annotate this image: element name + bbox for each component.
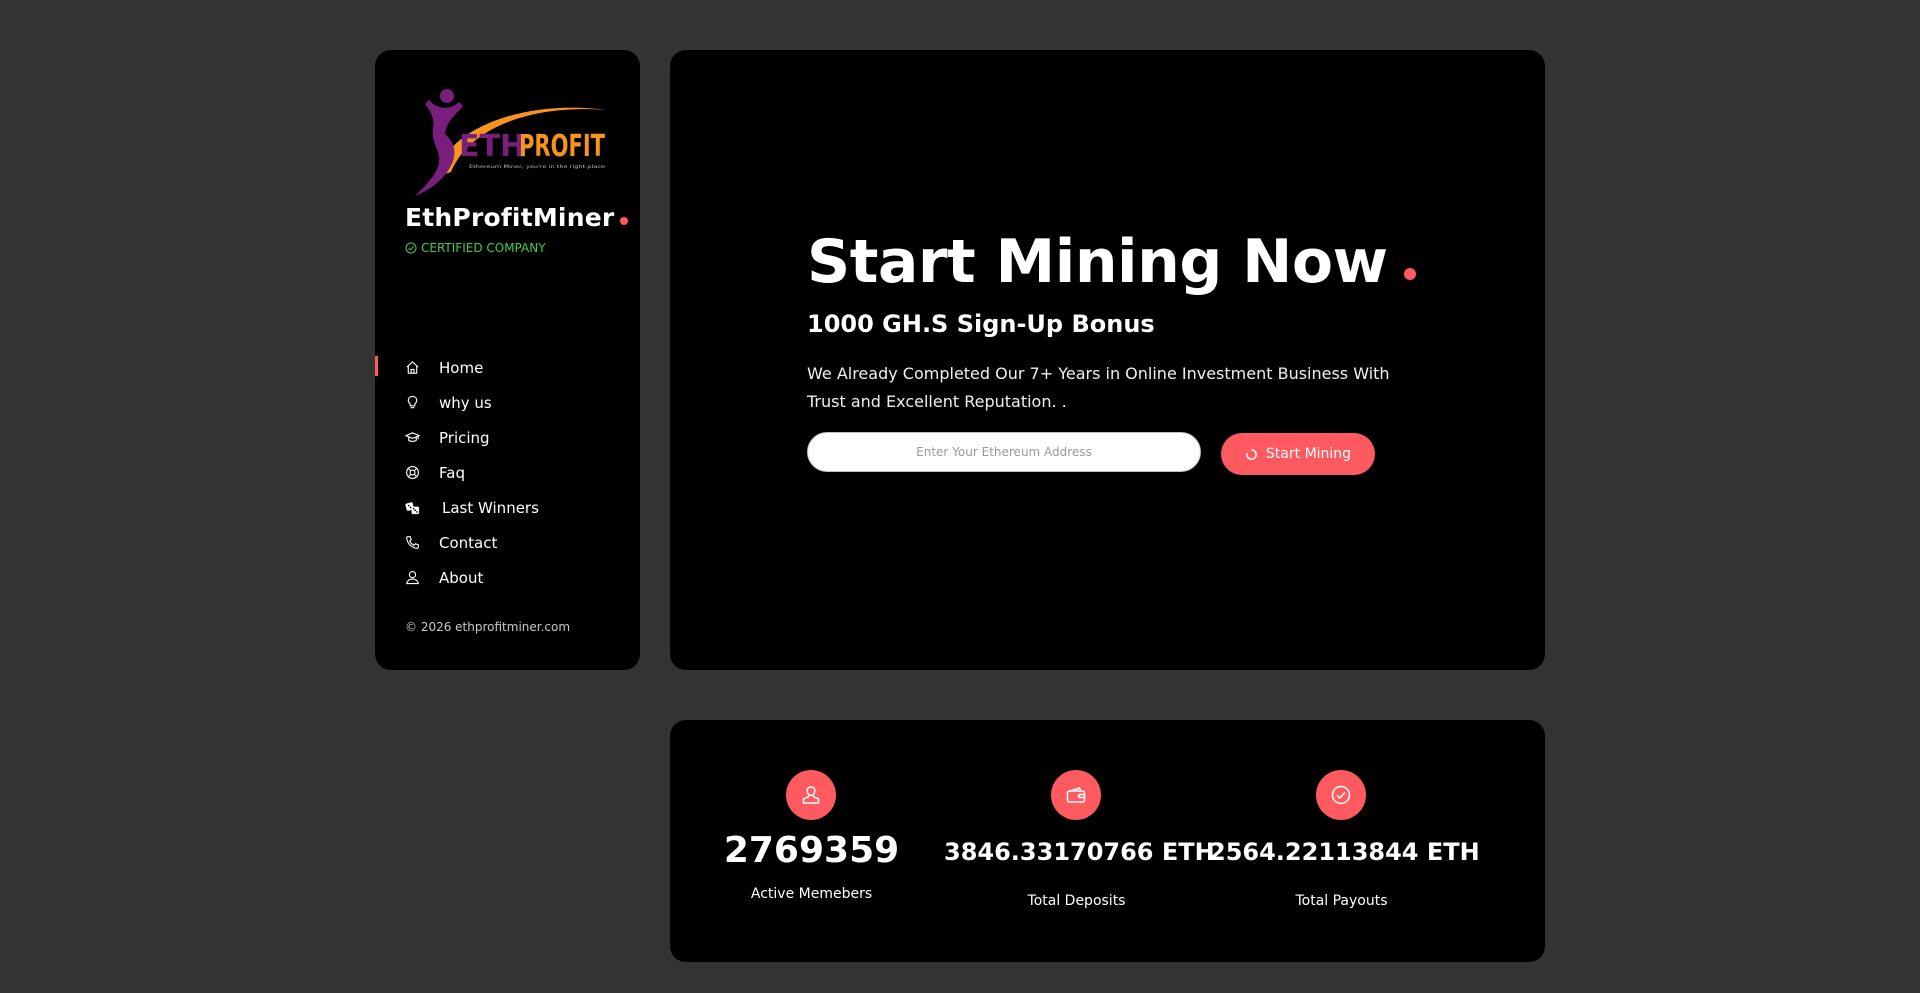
stat-icon-circle [786, 770, 836, 820]
nav-item-home[interactable]: Home [375, 350, 640, 385]
certified-text: CERTIFIED COMPANY [421, 241, 546, 255]
hero-title: Start Mining Now [807, 232, 1416, 292]
check-circle-icon [1331, 785, 1351, 805]
nav-item-label: Faq [439, 463, 465, 482]
stat-label: Active Memebers [750, 886, 873, 902]
graduation-cap-icon [405, 432, 420, 442]
sidebar: ETH PROFIT Ethereum Miner, you're in the… [375, 50, 640, 670]
start-mining-button[interactable]: Start Mining [1221, 433, 1375, 475]
stat-active-members: 2769359 Active Memebers [679, 720, 944, 962]
nav-item-label: Pricing [439, 428, 490, 447]
hero-card: Start Mining Now 1000 GH.S Sign-Up Bonus… [670, 50, 1545, 670]
user-icon [802, 786, 820, 804]
lightbulb-icon [407, 395, 418, 409]
phone-icon [406, 536, 419, 549]
ethprofit-logo[interactable]: ETH PROFIT Ethereum Miner, you're in the… [411, 80, 611, 200]
dice-icon [405, 502, 420, 515]
nav-item-label: About [439, 568, 484, 587]
start-mining-label: Start Mining [1265, 446, 1352, 462]
stat-value: 2564.22113844 ETH [1209, 838, 1480, 866]
ethereum-address-input[interactable] [807, 432, 1201, 472]
stat-total-deposits: 3846.33170766 ETH Total Deposits [944, 720, 1215, 962]
nav-item-last-winners[interactable]: Last Winners [375, 490, 640, 525]
sidebar-nav: Home why us Pricing Faq Last Winners Con… [375, 350, 640, 595]
check-circle-icon [405, 242, 417, 254]
nav-item-label: Contact [439, 533, 498, 552]
logo-text-eth: ETH [459, 129, 525, 164]
stats-card: 2769359 Active Memebers 3846.33170766 ET… [670, 720, 1545, 962]
brand-name: EthProfitMiner [405, 203, 629, 232]
home-icon [406, 361, 419, 374]
nav-item-about[interactable]: About [375, 560, 640, 595]
spinner-icon [1246, 448, 1257, 460]
stat-value: 2769359 [723, 830, 900, 871]
stat-icon-circle [1316, 770, 1366, 820]
nav-item-faq[interactable]: Faq [375, 455, 640, 490]
hero-title-text: Start Mining Now [807, 227, 1388, 297]
logo-graphic: ETH PROFIT Ethereum Miner, you're in the… [415, 89, 607, 196]
nav-item-label: why us [439, 393, 492, 412]
hero-description: We Already Completed Our 7+ Years in Onl… [807, 364, 1390, 411]
stat-total-payouts: 2564.22113844 ETH Total Payouts [1209, 720, 1480, 962]
nav-item-label: Last Winners [442, 498, 539, 517]
lifebuoy-icon [406, 466, 419, 479]
certified-badge: CERTIFIED COMPANY [405, 241, 546, 255]
nav-item-contact[interactable]: Contact [375, 525, 640, 560]
user-icon [405, 571, 420, 585]
nav-item-label: Home [439, 358, 484, 377]
stat-label: Total Deposits [1027, 893, 1126, 909]
stat-icon-circle [1051, 770, 1101, 820]
hero-title-dot [1403, 268, 1416, 280]
copyright: © 2026 ethprofitminer.com [405, 620, 571, 634]
stat-label: Total Payouts [1295, 893, 1388, 909]
wallet-icon [1066, 787, 1086, 803]
logo-tagline: Ethereum Miner, you're in the right plac… [469, 164, 605, 170]
logo-text-profit: PROFIT [519, 129, 605, 164]
nav-item-why-us[interactable]: why us [375, 385, 640, 420]
stat-value: 3846.33170766 ETH [944, 838, 1215, 866]
nav-item-pricing[interactable]: Pricing [375, 420, 640, 455]
hero-subtitle: 1000 GH.S Sign-Up Bonus [807, 310, 1155, 338]
brand-dot [620, 217, 629, 225]
brand-name-text: EthProfitMiner [405, 203, 615, 232]
